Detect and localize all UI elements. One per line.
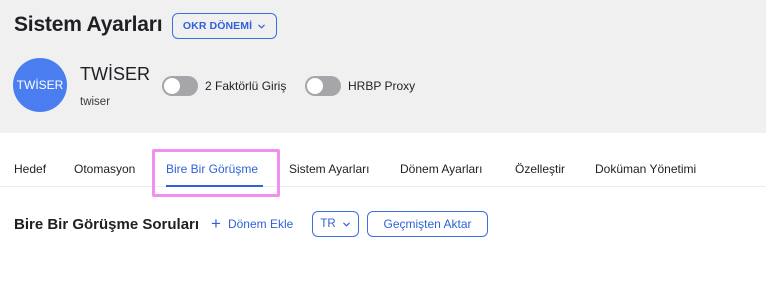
- hrbp-proxy-label: HRBP Proxy: [348, 79, 416, 93]
- tab-bire-bir-gorusme[interactable]: Bire Bir Görüşme: [166, 162, 258, 176]
- settings-header: Sistem Ayarları OKR DÖNEMİ TWİSER TWİSER…: [0, 0, 766, 133]
- hrbp-proxy-toggle[interactable]: [305, 76, 341, 96]
- tab-otomasyon[interactable]: Otomasyon: [74, 162, 135, 176]
- add-period-label: Dönem Ekle: [227, 217, 294, 231]
- language-value: TR: [320, 218, 336, 230]
- settings-tabs: Hedef Otomasyon Bire Bir Görüşme Sistem …: [0, 153, 766, 187]
- tab-sistem-ayarlari[interactable]: Sistem Ayarları: [289, 162, 369, 176]
- tab-donem-ayarlari[interactable]: Dönem Ayarları: [400, 162, 482, 176]
- okr-period-label: OKR DÖNEMİ: [182, 20, 253, 32]
- two-factor-toggle-row: 2 Faktörlü Giriş: [162, 76, 286, 96]
- chevron-down-icon: [258, 24, 265, 28]
- toggle-knob: [307, 78, 323, 94]
- two-factor-label: 2 Faktörlü Giriş: [205, 79, 287, 93]
- avatar-text: TWİSER: [16, 78, 64, 92]
- import-label: Geçmişten Aktar: [383, 217, 472, 231]
- page-title: Sistem Ayarları: [14, 13, 163, 36]
- two-factor-toggle[interactable]: [162, 76, 198, 96]
- okr-period-dropdown[interactable]: OKR DÖNEMİ: [172, 13, 277, 39]
- tab-hedef[interactable]: Hedef: [14, 162, 46, 176]
- active-tab-indicator: [166, 185, 263, 187]
- toggle-knob: [164, 78, 180, 94]
- plus-icon: +: [211, 214, 221, 233]
- tab-dokuman-yonetimi[interactable]: Doküman Yönetimi: [595, 162, 696, 176]
- import-from-history-button[interactable]: Geçmişten Aktar: [367, 211, 488, 237]
- organization-handle: twiser: [80, 96, 111, 108]
- add-period-button[interactable]: + Dönem Ekle: [211, 214, 294, 233]
- hrbp-proxy-toggle-row: HRBP Proxy: [305, 76, 415, 96]
- chevron-down-icon: [342, 222, 350, 226]
- language-select[interactable]: TR: [312, 211, 359, 237]
- tab-ozellestir[interactable]: Özelleştir: [515, 162, 565, 176]
- section-title: Bire Bir Görüşme Soruları: [14, 216, 200, 233]
- organization-name: TWİSER: [80, 64, 150, 84]
- organization-avatar: TWİSER: [13, 58, 67, 112]
